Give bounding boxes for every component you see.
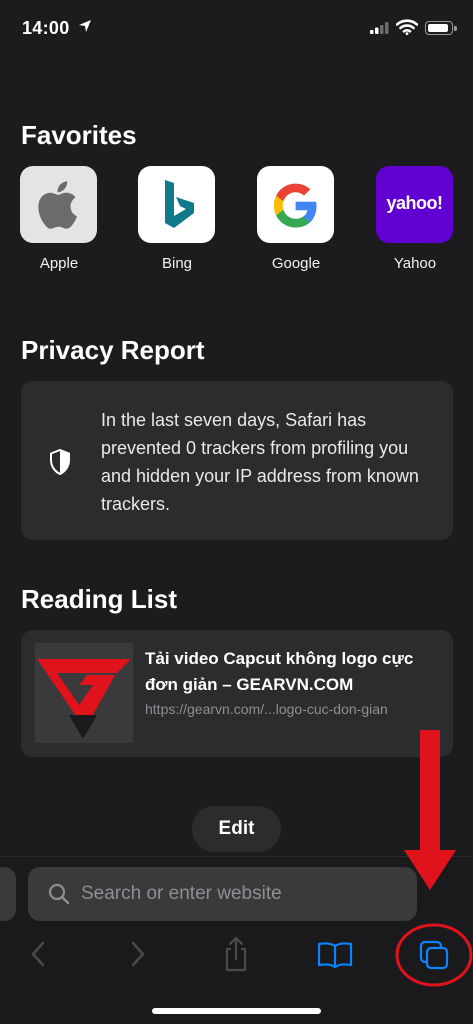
yahoo-icon: yahoo! bbox=[376, 166, 453, 243]
reading-list-item[interactable]: Tải video Capcut không logo cực đơn giản… bbox=[21, 630, 453, 757]
favorite-bing[interactable]: Bing bbox=[138, 166, 216, 272]
privacy-report-title: Privacy Report bbox=[21, 335, 205, 365]
bing-icon bbox=[138, 166, 215, 243]
reading-item-url: https://gearvn.com/...logo-cuc-don-gian bbox=[145, 701, 388, 717]
favorite-yahoo[interactable]: yahoo! Yahoo bbox=[376, 166, 454, 272]
reading-list-title: Reading List bbox=[21, 584, 178, 614]
cellular-signal-icon bbox=[370, 22, 389, 34]
battery-icon bbox=[425, 21, 457, 35]
location-arrow-icon bbox=[79, 20, 91, 32]
home-indicator bbox=[152, 1008, 321, 1014]
share-icon[interactable] bbox=[214, 934, 258, 974]
google-icon bbox=[257, 166, 334, 243]
bookmarks-icon[interactable] bbox=[313, 934, 357, 974]
apple-icon bbox=[20, 166, 97, 243]
status-time: 14:00 bbox=[22, 18, 70, 38]
favorites-title: Favorites bbox=[21, 120, 137, 150]
privacy-report-text: In the last seven days, Safari has preve… bbox=[101, 410, 419, 514]
gearvn-logo-thumbnail bbox=[35, 643, 133, 743]
search-icon bbox=[48, 883, 70, 905]
tabs-icon[interactable] bbox=[412, 934, 456, 974]
previous-tab-preview[interactable] bbox=[0, 867, 16, 921]
edit-button[interactable]: Edit bbox=[192, 806, 281, 852]
reading-item-title: Tải video Capcut không logo cực đơn giản… bbox=[145, 649, 414, 694]
favorite-apple[interactable]: Apple bbox=[20, 166, 98, 272]
back-icon[interactable] bbox=[16, 934, 60, 974]
favorite-label: Yahoo bbox=[393, 255, 437, 272]
favorite-google[interactable]: Google bbox=[257, 166, 335, 272]
status-bar: 14:00 bbox=[0, 0, 473, 56]
address-bar[interactable] bbox=[28, 867, 417, 921]
favorite-label: Bing bbox=[161, 255, 193, 272]
wifi-icon bbox=[396, 19, 418, 35]
shield-icon bbox=[50, 449, 70, 475]
privacy-report-card[interactable]: In the last seven days, Safari has preve… bbox=[21, 381, 453, 540]
yahoo-logo-text: yahoo! bbox=[386, 193, 443, 213]
forward-icon[interactable] bbox=[116, 934, 160, 974]
favorite-label: Apple bbox=[39, 255, 79, 272]
search-input[interactable] bbox=[81, 867, 401, 921]
favorite-label: Google bbox=[271, 255, 321, 272]
